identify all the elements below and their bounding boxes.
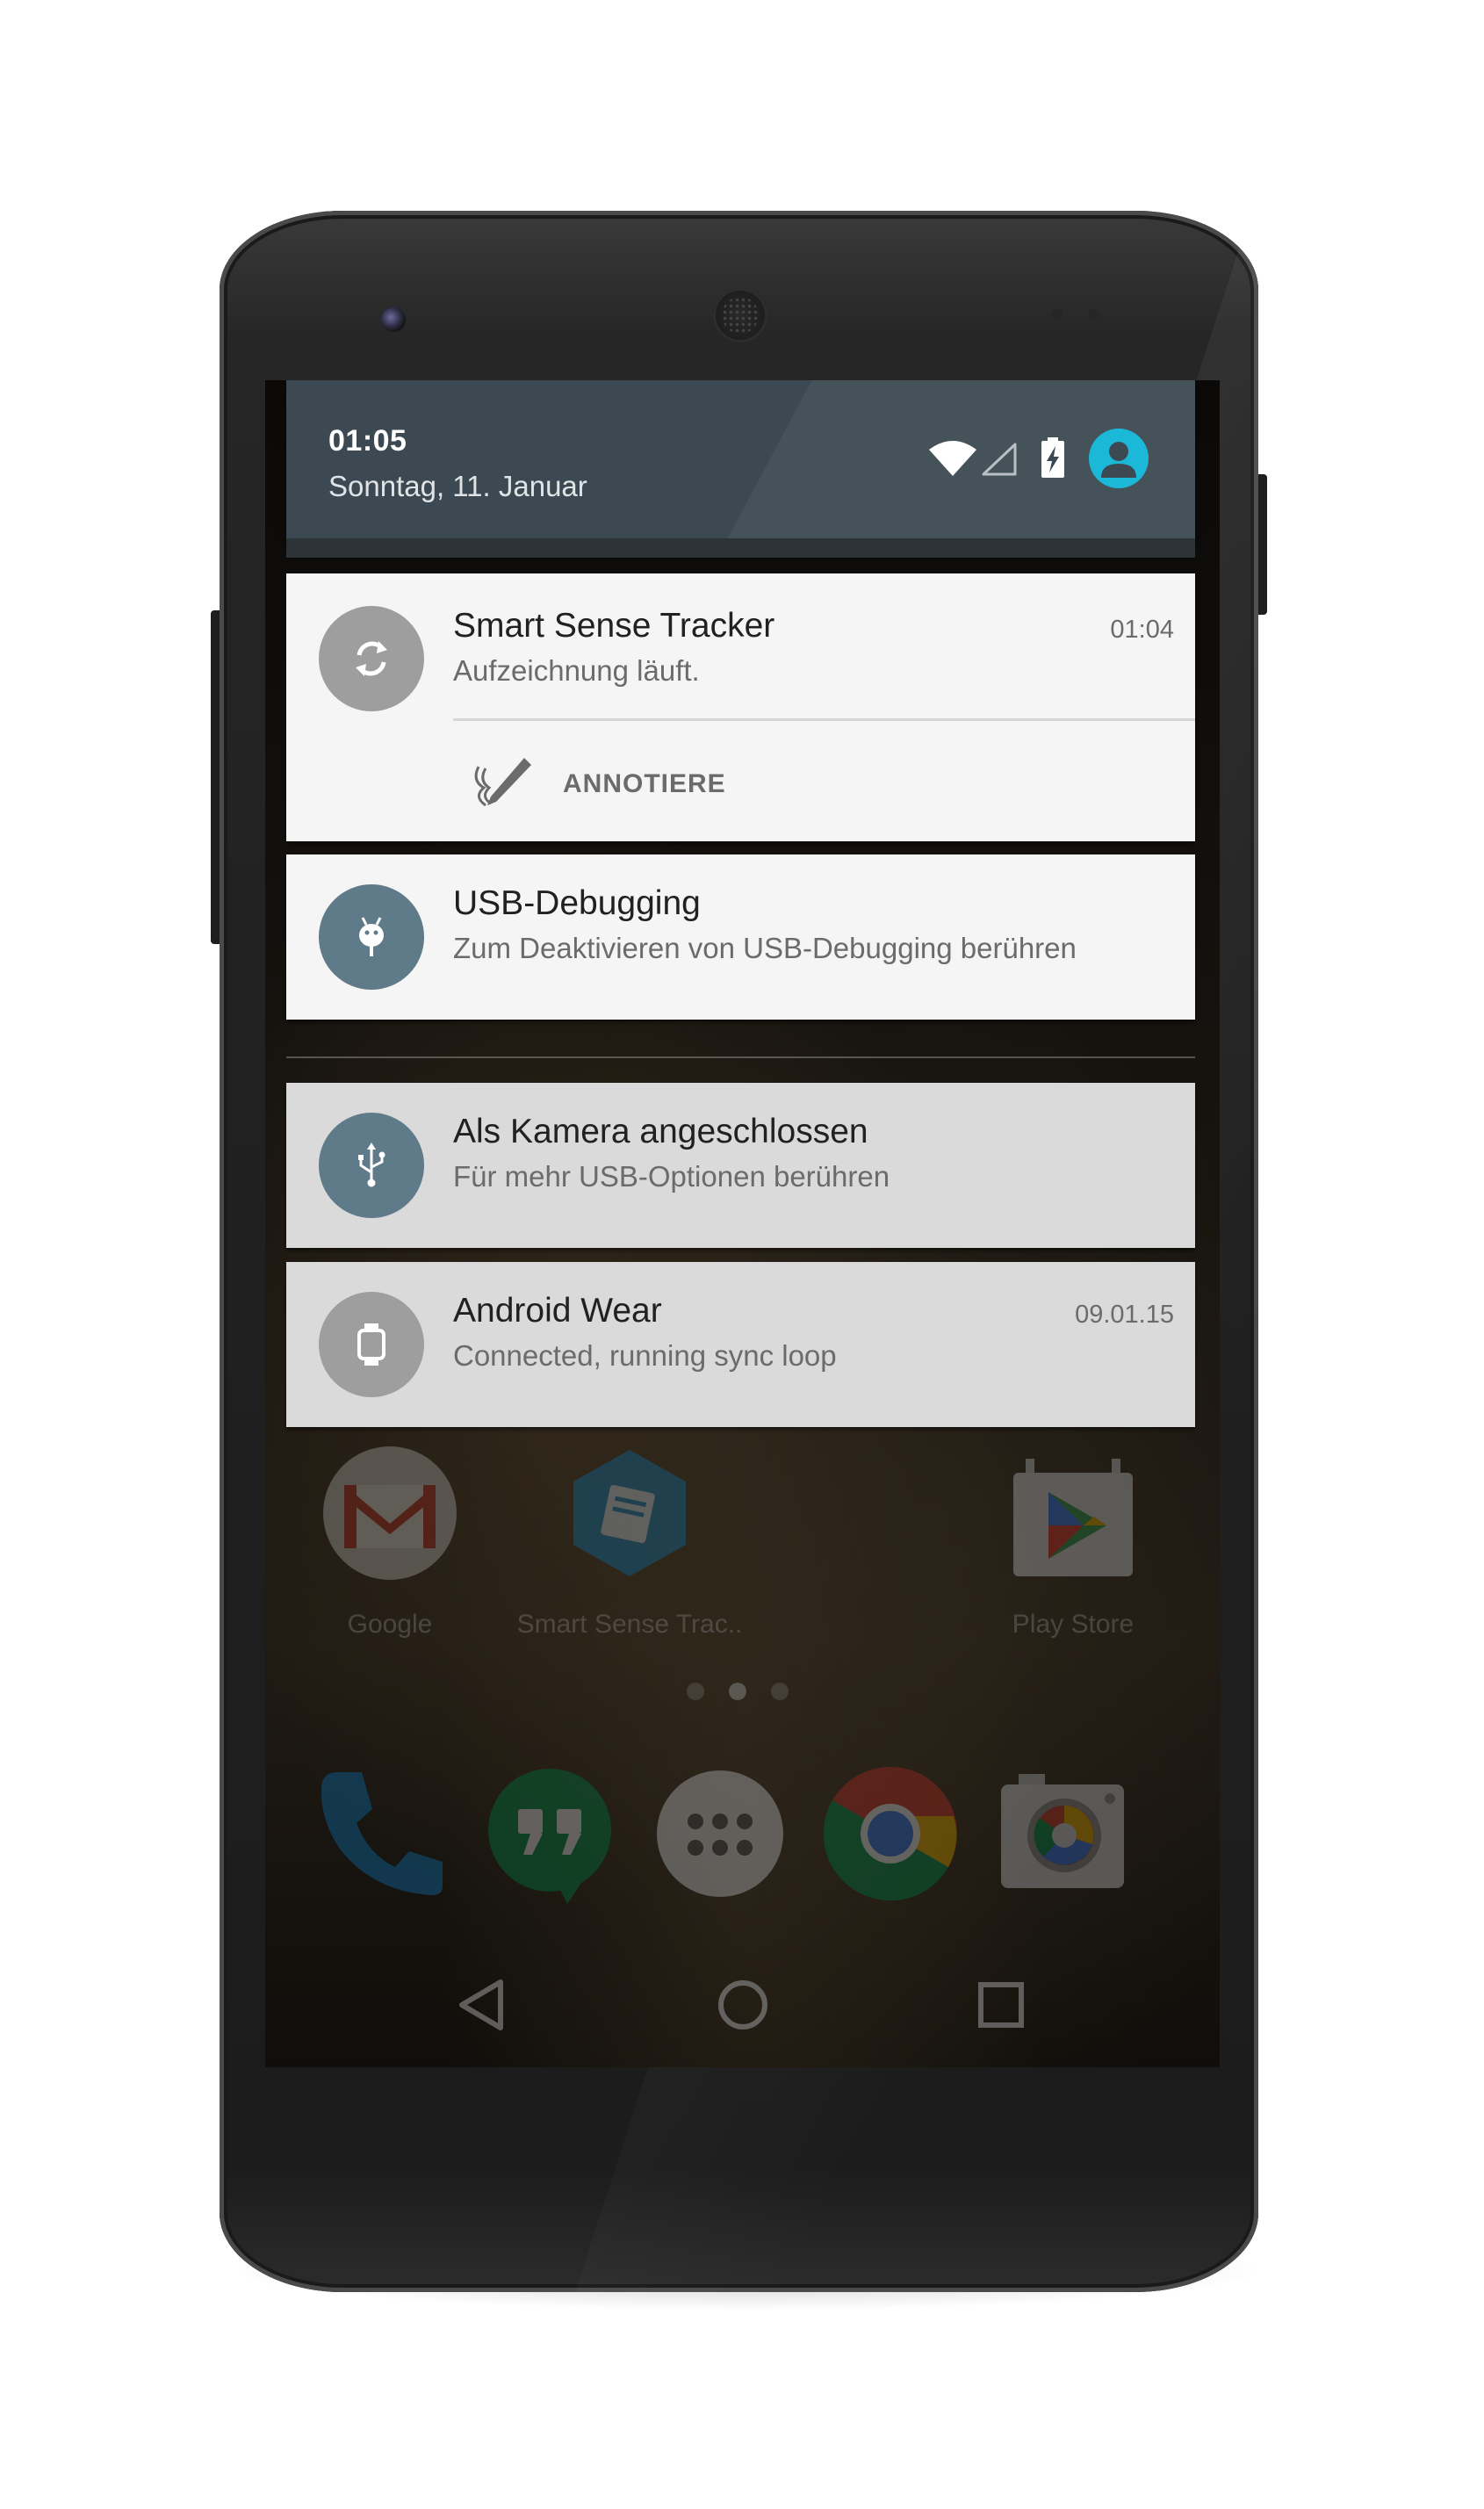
annotate-action-button[interactable]: ANNOTIERE <box>466 749 726 819</box>
front-camera <box>381 307 406 332</box>
notification-icon <box>319 1292 424 1397</box>
account-icon <box>1101 442 1136 478</box>
notification-text: Zum Deaktivieren von USB-Debugging berüh… <box>453 932 1077 964</box>
shade-section-divider <box>286 1056 1195 1058</box>
header-handle <box>286 538 1195 558</box>
sync-icon <box>356 641 387 676</box>
notification-usb-debugging[interactable]: USB-Debugging Zum Deaktivieren von USB-D… <box>286 854 1195 1020</box>
notification-time: 01:04 <box>1110 616 1174 644</box>
notification-title: USB-Debugging <box>453 884 701 922</box>
status-icons <box>927 429 1191 499</box>
watch-icon <box>357 1323 385 1366</box>
notification-title: Als Kamera angeschlossen <box>453 1113 868 1150</box>
signal-icon <box>982 443 1017 476</box>
android-bug-icon <box>359 917 384 956</box>
notification-divider <box>453 718 1195 721</box>
quick-settings-header[interactable]: 01:05 Sonntag, 11. Januar <box>286 380 1195 538</box>
notification-text: Für mehr USB-Optionen berühren <box>453 1160 890 1193</box>
notification-smart-sense-tracker[interactable]: Smart Sense Tracker Aufzeichnung läuft. … <box>286 573 1195 841</box>
usb-icon <box>358 1143 385 1187</box>
pencil-annotate-icon <box>474 758 531 807</box>
proximity-sensor <box>1052 309 1063 320</box>
earpiece-speaker <box>713 288 767 342</box>
notification-usb-camera[interactable]: Als Kamera angeschlossen Für mehr USB-Op… <box>286 1083 1195 1248</box>
wifi-icon <box>929 441 976 476</box>
notification-text: Connected, running sync loop <box>453 1339 837 1372</box>
notification-icon <box>319 884 424 990</box>
notification-text: Aufzeichnung läuft. <box>453 654 700 687</box>
notification-time: 09.01.15 <box>1075 1301 1174 1329</box>
notification-icon <box>319 1113 424 1218</box>
light-sensor <box>1089 309 1099 320</box>
notification-android-wear[interactable]: Android Wear Connected, running sync loo… <box>286 1262 1195 1427</box>
battery-charging-icon <box>1041 437 1064 478</box>
notification-title: Android Wear <box>453 1292 662 1330</box>
clock-time: 01:05 <box>328 424 407 458</box>
phone-screen: Google Smart Sense Trac.. Play Store 01:… <box>265 380 1220 2067</box>
notification-title: Smart Sense Tracker <box>453 607 775 645</box>
user-avatar[interactable] <box>1089 429 1149 488</box>
notification-icon <box>319 606 424 711</box>
annotate-action-label: ANNOTIERE <box>563 769 726 798</box>
clock-date[interactable]: Sonntag, 11. Januar <box>328 470 587 503</box>
